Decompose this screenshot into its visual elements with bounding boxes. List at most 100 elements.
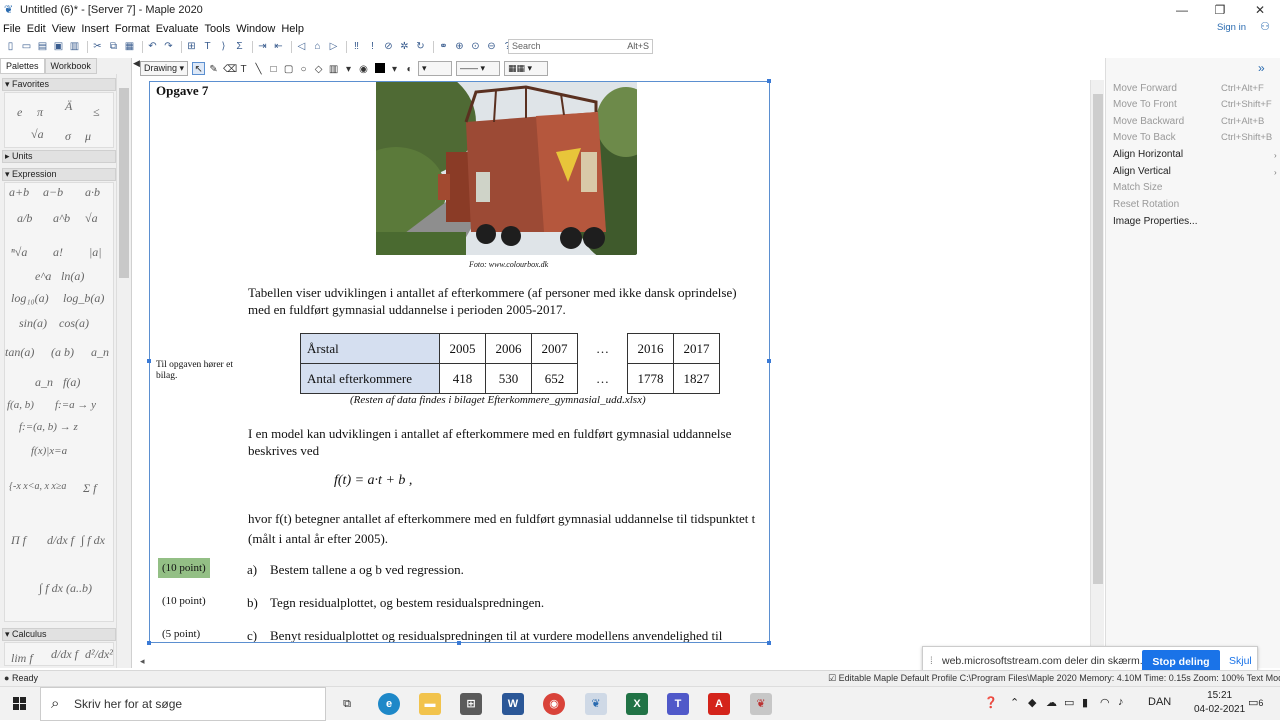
palette-symbol[interactable]: e^a [35, 269, 51, 284]
palette-symbol[interactable]: a^b [53, 211, 70, 226]
palette-symbol[interactable]: a·b [85, 185, 100, 200]
units-section-header[interactable]: ▸ Units [2, 150, 116, 163]
start-button[interactable] [0, 687, 40, 721]
calculus-section-header[interactable]: ▾ Calculus [2, 628, 116, 641]
menu-window[interactable]: Window [233, 23, 278, 35]
outdent-icon[interactable]: ⇤ [272, 41, 285, 53]
truck-photo[interactable] [376, 82, 637, 255]
rounded-rectangle-tool-icon[interactable]: ▢ [282, 62, 295, 75]
back-icon[interactable]: ◁ [295, 41, 308, 53]
palette-symbol[interactable]: Σ f [83, 481, 96, 496]
drawing-canvas[interactable]: Opgave 7 Foto: www.colourbox.dk Tabellen… [149, 81, 770, 643]
resize-handle[interactable] [147, 359, 151, 363]
hide-button[interactable]: Skjul [1229, 655, 1252, 667]
diamond-tool-icon[interactable]: ◇ [312, 62, 325, 75]
link-icon[interactable]: ⚭ [437, 41, 450, 53]
stop-icon[interactable]: ⊘ [382, 41, 395, 53]
store-icon[interactable]: ⊞ [460, 693, 482, 715]
rectangle-tool-icon[interactable]: □ [267, 62, 280, 75]
task-view-icon[interactable]: ⧉ [336, 693, 358, 715]
palette-symbol[interactable]: d/dx f [51, 647, 78, 662]
execute-icon[interactable]: ! [366, 41, 379, 53]
user-icon[interactable]: ⚇ [1260, 20, 1270, 33]
line-color-icon[interactable]: ◐ [403, 62, 416, 75]
move-backward-item[interactable]: Move Backward [1113, 116, 1184, 127]
select-tool-icon[interactable]: ↖ [192, 61, 206, 75]
collapse-palettes-icon[interactable]: ◀ [133, 58, 140, 69]
help-tray-icon[interactable]: ❓ [984, 696, 998, 709]
forward-icon[interactable]: ▷ [327, 41, 340, 53]
align-icon[interactable]: ▥ [327, 62, 340, 75]
align-dropdown-icon[interactable]: ▾ [342, 62, 355, 75]
menu-tools[interactable]: Tools [202, 23, 234, 35]
palette-symbol[interactable]: sin(a) [19, 316, 47, 331]
palette-symbol[interactable]: ≤ [93, 105, 100, 120]
expression-section-header[interactable]: ▾ Expression [2, 168, 116, 181]
palette-scroll-thumb[interactable] [119, 88, 129, 278]
restart-icon[interactable]: ↻ [414, 41, 427, 53]
print-icon[interactable]: ▥ [68, 41, 81, 53]
palette-symbol[interactable]: √a [31, 127, 44, 142]
document-vertical-scrollbar[interactable] [1090, 80, 1104, 668]
palette-symbol[interactable]: {-x x<a, x x≥a [9, 481, 66, 492]
zoom-in-icon[interactable]: ⊕ [453, 41, 466, 53]
sign-in-link[interactable]: Sign in [1217, 22, 1246, 33]
palette-symbol[interactable]: tan(a) [5, 345, 34, 360]
save-icon[interactable]: ▣ [52, 41, 65, 53]
palette-symbol[interactable]: ∫ f dx [81, 533, 105, 548]
palette-symbol[interactable]: f:=(a, b) → z [19, 421, 78, 433]
palette-symbol[interactable]: ∫ f dx (a..b) [39, 581, 92, 596]
math-mode-icon[interactable]: ⊞ [185, 41, 198, 53]
expand-panel-icon[interactable]: » [1258, 61, 1265, 75]
tab-palettes[interactable]: Palettes [0, 58, 45, 74]
mode-dropdown[interactable]: Drawing ▾ [140, 60, 189, 76]
palette-symbol[interactable]: ⁿ√a [11, 245, 27, 260]
move-to-back-item[interactable]: Move To Back [1113, 132, 1176, 143]
palette-symbol[interactable]: lim f [11, 651, 33, 665]
battery-icon[interactable]: ▮ [1082, 696, 1088, 709]
palette-symbol[interactable]: ln(a) [61, 269, 84, 284]
copy-icon[interactable]: ⧉ [107, 41, 120, 53]
acrobat-icon[interactable]: A [708, 693, 730, 715]
palette-symbol[interactable]: √a [85, 211, 98, 226]
line-pattern-dropdown[interactable]: ▦▦ ▾ [504, 60, 549, 76]
search-input[interactable]: Search Alt+S [508, 39, 653, 54]
dropbox-icon[interactable]: ◆ [1028, 696, 1036, 709]
palette-symbol[interactable]: d/dx f [47, 533, 74, 548]
paste-icon[interactable]: ▦ [123, 41, 136, 53]
palette-symbol[interactable]: d²/dx² f [85, 647, 113, 662]
pencil-tool-icon[interactable]: ✎ [207, 62, 220, 75]
text-mode-icon[interactable]: T [201, 41, 214, 53]
file-explorer-icon[interactable]: ▬ [419, 693, 441, 715]
palette-symbol[interactable]: e [17, 105, 22, 120]
restore-button[interactable]: ❐ [1200, 0, 1240, 20]
palette-symbol[interactable]: a_n [91, 345, 109, 360]
match-size-item[interactable]: Match Size [1113, 182, 1162, 193]
image-properties-item[interactable]: Image Properties... [1113, 216, 1197, 227]
palette-symbol[interactable]: a−b [43, 185, 63, 200]
language-indicator[interactable]: DAN [1148, 696, 1171, 708]
menu-view[interactable]: View [49, 23, 79, 35]
palette-symbol[interactable]: f:=a → y [55, 399, 96, 411]
clock[interactable]: 15:21 04-02-2021 [1194, 689, 1245, 717]
palette-symbol[interactable]: f(a) [63, 375, 80, 390]
word-icon[interactable]: W [502, 693, 524, 715]
insert-math-icon[interactable]: Σ [233, 41, 246, 53]
palette-symbol[interactable]: Ä [65, 99, 72, 114]
color-swatch-icon[interactable] [375, 63, 386, 73]
volume-icon[interactable]: ♪ [1118, 696, 1124, 708]
close-button[interactable]: ✕ [1240, 0, 1280, 20]
drag-handle-icon[interactable]: ⁞ [930, 656, 933, 667]
notifications-icon[interactable]: ▭6 [1248, 696, 1263, 709]
new-worksheet-icon[interactable]: ▭ [20, 41, 33, 53]
wifi-icon[interactable]: ◠ [1100, 696, 1110, 709]
zoom-icon[interactable]: ⊙ [469, 41, 482, 53]
palette-symbol[interactable]: log₁₀(a) [11, 291, 49, 306]
menu-help[interactable]: Help [278, 23, 307, 35]
maple-icon[interactable]: ❦ [585, 693, 607, 715]
resize-handle[interactable] [457, 641, 461, 645]
menu-format[interactable]: Format [112, 23, 153, 35]
menu-insert[interactable]: Insert [78, 23, 112, 35]
color-dropdown-icon[interactable]: ▾ [388, 62, 401, 75]
home-icon[interactable]: ⌂ [311, 41, 324, 53]
